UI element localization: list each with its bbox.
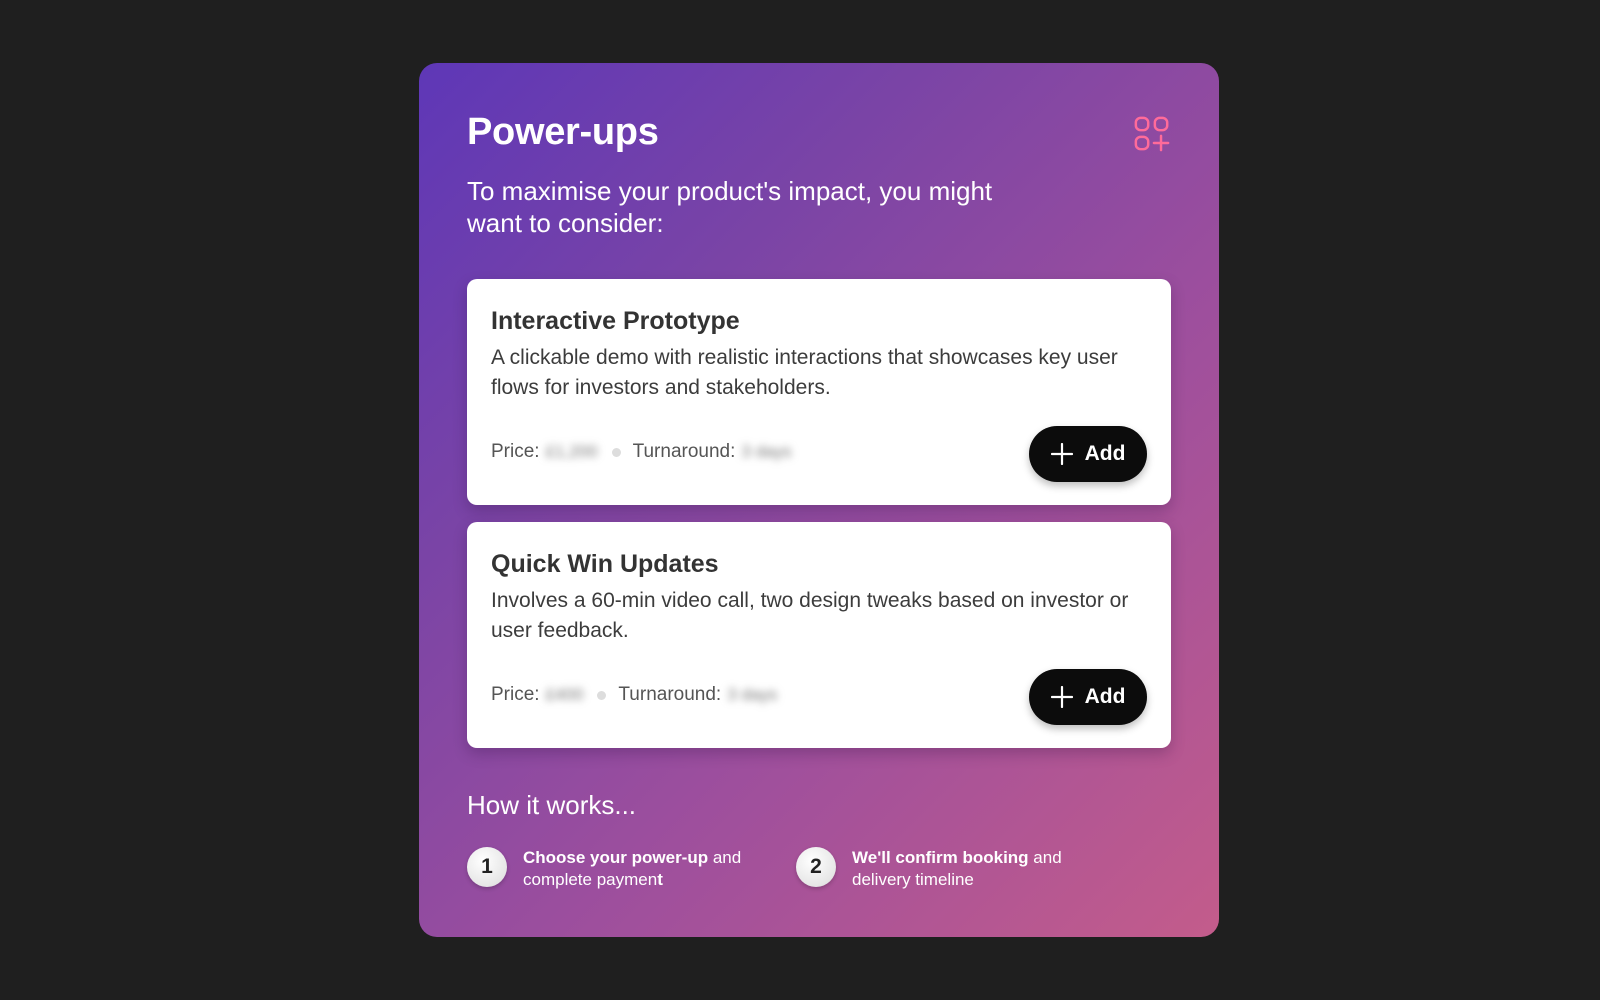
how-it-works-title: How it works... <box>467 790 637 820</box>
add-button-label: Add <box>1084 685 1126 708</box>
add-button[interactable]: Add <box>1029 426 1147 482</box>
plus-icon <box>1050 686 1073 708</box>
card-title: Interactive Prototype <box>491 307 740 335</box>
step-description: Choose your power-up and complete paymen… <box>523 847 763 891</box>
step-number-badge: 1 <box>467 847 507 887</box>
add-button[interactable]: Add <box>1029 669 1147 725</box>
power-ups-panel: Power-ups To maximise your product's imp… <box>419 63 1219 937</box>
plus-icon <box>1050 443 1073 465</box>
panel-title: Power-ups <box>467 111 659 153</box>
power-up-card: Interactive Prototype A clickable demo w… <box>467 279 1171 505</box>
step-bold-text: Choose your power-up <box>523 848 709 867</box>
step-item: 2 We'll confirm booking and delivery tim… <box>796 847 1092 891</box>
price-label: Price: <box>491 441 540 462</box>
turnaround-value: 3 days <box>741 442 792 461</box>
card-description: Involves a 60-min video call, two design… <box>491 589 1129 642</box>
separator-dot <box>597 690 607 700</box>
add-button-label: Add <box>1084 442 1126 465</box>
price-value: £400 <box>545 685 584 704</box>
turnaround-value: 3 days <box>727 685 778 704</box>
step-item: 1 Choose your power-up and complete paym… <box>467 847 763 891</box>
step-tail-text: t <box>657 870 663 889</box>
step-number-badge: 2 <box>796 847 836 887</box>
card-description: A clickable demo with realistic interact… <box>491 346 1118 399</box>
price-label: Price: <box>491 684 540 705</box>
step-bold-text: We'll confirm booking <box>852 848 1029 867</box>
card-title: Quick Win Updates <box>491 550 719 578</box>
card-meta: Price: £1,200 Turnaround: 3 days <box>491 441 791 463</box>
power-up-card: Quick Win Updates Involves a 60-min vide… <box>467 522 1171 748</box>
panel-subtitle: To maximise your product's impact, you m… <box>467 176 993 238</box>
turnaround-label: Turnaround: <box>632 441 736 462</box>
step-description: We'll confirm booking and delivery timel… <box>852 847 1092 891</box>
price-value: £1,200 <box>545 442 598 461</box>
card-meta: Price: £400 Turnaround: 3 days <box>491 684 777 706</box>
turnaround-label: Turnaround: <box>618 684 722 705</box>
separator-dot <box>611 447 621 457</box>
